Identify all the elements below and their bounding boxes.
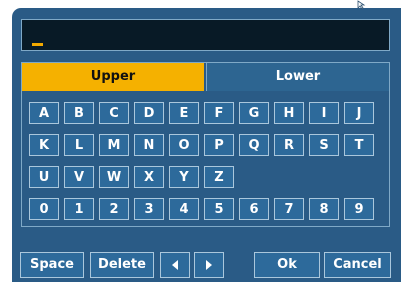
arrow-left-icon [172,259,178,270]
key-l[interactable]: L [64,134,94,156]
key-2[interactable]: 2 [99,198,129,220]
key-9[interactable]: 9 [344,198,374,220]
key-z[interactable]: Z [204,166,234,188]
space-button[interactable]: Space [20,252,84,278]
text-input-field[interactable] [21,19,390,51]
text-cursor [32,43,43,46]
key-p[interactable]: P [204,134,234,156]
key-8[interactable]: 8 [309,198,339,220]
key-d[interactable]: D [134,102,164,124]
mouse-pointer-icon [357,0,366,10]
key-4[interactable]: 4 [169,198,199,220]
key-e[interactable]: E [169,102,199,124]
move-left-button[interactable] [160,252,190,278]
key-q[interactable]: Q [239,134,269,156]
key-0[interactable]: 0 [29,198,59,220]
key-a[interactable]: A [29,102,59,124]
cancel-button[interactable]: Cancel [324,252,391,278]
move-right-button[interactable] [194,252,224,278]
tab-lower[interactable]: Lower [206,63,389,91]
delete-button[interactable]: Delete [90,252,154,278]
key-1[interactable]: 1 [64,198,94,220]
arrow-right-icon [206,259,212,270]
key-5[interactable]: 5 [204,198,234,220]
key-i[interactable]: I [309,102,339,124]
key-n[interactable]: N [134,134,164,156]
key-r[interactable]: R [274,134,304,156]
key-m[interactable]: M [99,134,129,156]
key-w[interactable]: W [99,166,129,188]
key-o[interactable]: O [169,134,199,156]
key-x[interactable]: X [134,166,164,188]
key-3[interactable]: 3 [134,198,164,220]
virtual-keyboard-dialog: Upper Lower ABCDEFGHIJ KLMNOPQRST UVWXYZ 01… [0,0,401,282]
key-j[interactable]: J [344,102,374,124]
tab-upper[interactable]: Upper [22,63,204,91]
key-f[interactable]: F [204,102,234,124]
key-u[interactable]: U [29,166,59,188]
key-t[interactable]: T [344,134,374,156]
key-c[interactable]: C [99,102,129,124]
key-7[interactable]: 7 [274,198,304,220]
key-s[interactable]: S [309,134,339,156]
ok-button[interactable]: Ok [254,252,320,278]
key-6[interactable]: 6 [239,198,269,220]
key-v[interactable]: V [64,166,94,188]
key-g[interactable]: G [239,102,269,124]
key-k[interactable]: K [29,134,59,156]
key-y[interactable]: Y [169,166,199,188]
key-b[interactable]: B [64,102,94,124]
key-h[interactable]: H [274,102,304,124]
